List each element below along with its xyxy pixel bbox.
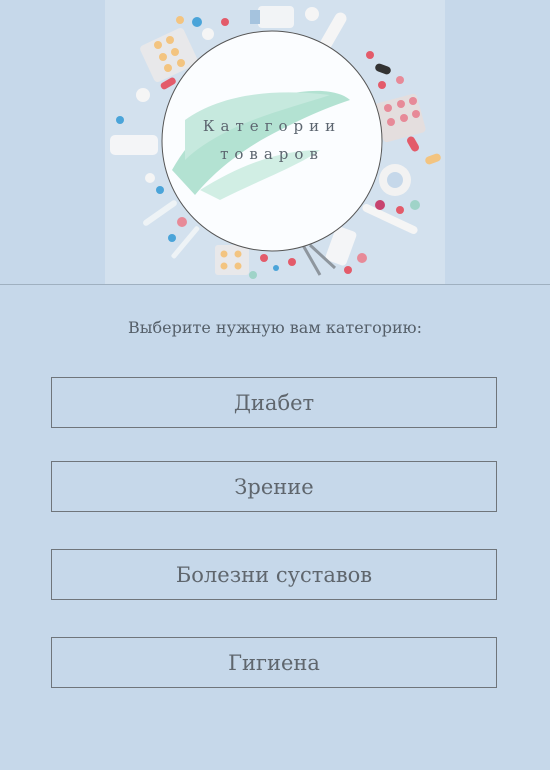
category-button-vision[interactable]: Зрение [51,461,497,512]
bottle-icon [258,6,294,28]
bottle-icon [110,135,158,155]
category-button-diabetes[interactable]: Диабет [51,377,497,428]
blister-pack-icon [215,245,249,275]
category-button-joints[interactable]: Болезни суставов [51,549,497,600]
category-prompt: Выберите нужную вам категорию: [128,318,422,337]
category-button-hygiene[interactable]: Гигиена [51,637,497,688]
hero-illustration [105,0,445,284]
hero-banner: Категории товаров [0,0,550,285]
